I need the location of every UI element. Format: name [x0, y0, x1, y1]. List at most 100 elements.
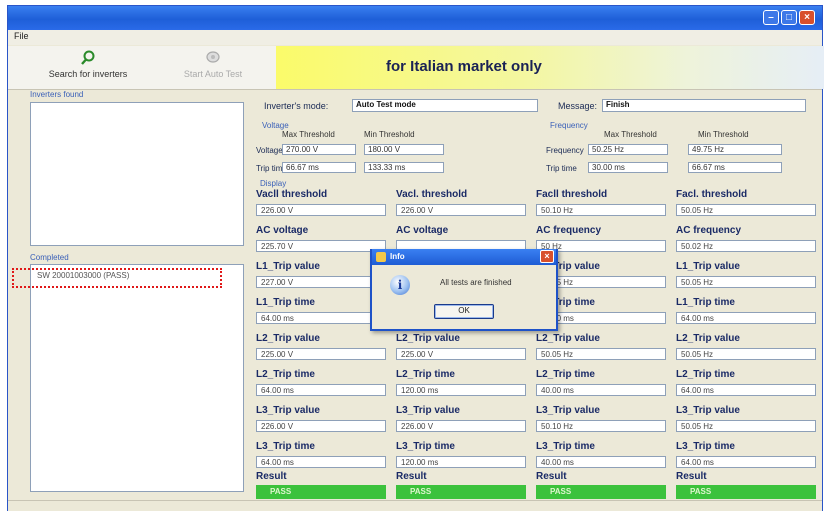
frequency-trip-max-field[interactable]: 30.00 ms — [588, 162, 668, 173]
voltage-trip-min-field[interactable]: 133.33 ms — [364, 162, 444, 173]
display-label: L3_Trip time — [256, 441, 315, 452]
display-value-field[interactable]: 226.00 V — [256, 420, 386, 432]
display-value-field[interactable]: 50.05 Hz — [536, 348, 666, 360]
display-value-field[interactable]: 50.10 Hz — [536, 204, 666, 216]
display-value-field[interactable]: 50.05 Hz — [676, 348, 816, 360]
result-pass-badge: PASS — [256, 485, 386, 499]
display-value-field[interactable]: 120.00 ms — [396, 456, 526, 468]
app-window: – □ × File Search for inverters Start Au… — [7, 5, 824, 511]
search-icon — [81, 50, 95, 65]
result-pass-badge: PASS — [536, 485, 666, 499]
toolbar: Search for inverters Start Auto Test for… — [8, 46, 824, 90]
display-label: L2_Trip value — [396, 333, 460, 344]
frequency-max-field[interactable]: 50.25 Hz — [588, 144, 668, 155]
frequency-min-header: Min Threshold — [698, 130, 749, 139]
display-label: L3_Trip time — [676, 441, 735, 452]
ok-button[interactable]: OK — [434, 304, 494, 319]
display-value-field[interactable]: 64.00 ms — [676, 456, 816, 468]
display-label: L1_Trip value — [256, 261, 320, 272]
display-group-label: Display — [260, 179, 287, 188]
inverters-found-list[interactable] — [30, 102, 244, 246]
display-label: L2_Trip time — [256, 369, 315, 380]
display-value-field[interactable]: 50.02 Hz — [676, 240, 816, 252]
display-value-field[interactable]: 226.00 V — [256, 204, 386, 216]
title-bar: – □ × — [8, 6, 822, 30]
close-button[interactable]: × — [799, 10, 815, 25]
start-auto-test-label: Start Auto Test — [183, 69, 243, 79]
menu-file[interactable]: File — [14, 31, 29, 41]
display-label: L1_Trip time — [256, 297, 315, 308]
message-value: Finish — [602, 99, 806, 112]
display-label: L1_Trip time — [676, 297, 735, 308]
inverter-mode-label: Inverter's mode: — [264, 101, 329, 111]
search-inverters-button[interactable]: Search for inverters — [28, 50, 148, 79]
display-value-field[interactable]: 64.00 ms — [256, 312, 386, 324]
info-icon: i — [390, 275, 410, 295]
display-value-field[interactable]: 50.10 Hz — [536, 420, 666, 432]
result-pass-badge: PASS — [396, 485, 526, 499]
frequency-min-field[interactable]: 49.75 Hz — [688, 144, 782, 155]
display-label: L2_Trip time — [396, 369, 455, 380]
display-label: L3_Trip value — [536, 405, 600, 416]
display-value-field[interactable]: 225.70 V — [256, 240, 386, 252]
info-dialog: Info × i All tests are finished OK — [370, 249, 558, 331]
display-value-field[interactable]: 225.00 V — [396, 348, 526, 360]
display-label: AC voltage — [396, 225, 449, 236]
display-label: L2_Trip time — [536, 369, 595, 380]
frequency-row-label: Frequency — [546, 146, 584, 155]
display-label: Vacll threshold — [256, 189, 328, 200]
voltage-max-header: Max Threshold — [282, 130, 335, 139]
voltage-group-label: Voltage — [262, 121, 289, 130]
display-label: L3_Trip value — [256, 405, 320, 416]
display-label: Vacl. threshold — [396, 189, 468, 200]
result-label: Result — [256, 471, 287, 482]
frequency-trip-label: Trip time — [546, 164, 577, 173]
status-bar — [8, 500, 822, 511]
display-label: L1_Trip value — [676, 261, 740, 272]
display-value-field[interactable]: 64.00 ms — [676, 312, 816, 324]
auto-test-icon — [206, 51, 220, 63]
frequency-max-header: Max Threshold — [604, 130, 657, 139]
voltage-min-field[interactable]: 180.00 V — [364, 144, 444, 155]
display-value-field[interactable]: 226.00 V — [396, 204, 526, 216]
display-value-field[interactable]: 50.05 Hz — [676, 204, 816, 216]
display-label: L2_Trip time — [676, 369, 735, 380]
frequency-group-label: Frequency — [550, 121, 588, 130]
display-value-field[interactable]: 64.00 ms — [256, 384, 386, 396]
maximize-button[interactable]: □ — [781, 10, 797, 25]
display-value-field[interactable]: 40.00 ms — [536, 456, 666, 468]
completed-label: Completed — [30, 253, 69, 262]
dialog-title-bar: Info × — [372, 249, 556, 265]
display-value-field[interactable]: 64.00 ms — [256, 456, 386, 468]
display-value-field[interactable]: 226.00 V — [396, 420, 526, 432]
display-value-field[interactable]: 50.05 Hz — [676, 276, 816, 288]
display-label: Facl. threshold — [676, 189, 748, 200]
inverter-mode-value: Auto Test mode — [352, 99, 538, 112]
inverters-found-label: Inverters found — [30, 90, 84, 99]
display-label: AC voltage — [256, 225, 309, 236]
display-value-field[interactable]: 40.00 ms — [536, 384, 666, 396]
dialog-close-button[interactable]: × — [540, 250, 554, 263]
display-value-field[interactable]: 225.00 V — [256, 348, 386, 360]
display-value-field[interactable]: 120.00 ms — [396, 384, 526, 396]
start-auto-test-button[interactable]: Start Auto Test — [160, 50, 266, 79]
result-pass-badge: PASS — [676, 485, 816, 499]
display-label: L3_Trip value — [396, 405, 460, 416]
dialog-app-icon — [376, 252, 386, 262]
frequency-trip-min-field[interactable]: 66.67 ms — [688, 162, 782, 173]
display-label: AC frequency — [676, 225, 742, 236]
minimize-button[interactable]: – — [763, 10, 779, 25]
market-banner: for Italian market only — [276, 46, 824, 89]
display-label: AC frequency — [536, 225, 602, 236]
display-value-field[interactable]: 64.00 ms — [676, 384, 816, 396]
result-label: Result — [536, 471, 567, 482]
voltage-min-header: Min Threshold — [364, 130, 415, 139]
display-label: L3_Trip time — [536, 441, 595, 452]
display-value-field[interactable]: 50.05 Hz — [676, 420, 816, 432]
highlight-marker — [12, 268, 222, 288]
voltage-trip-max-field[interactable]: 66.67 ms — [282, 162, 356, 173]
completed-list[interactable]: SW 20001003000 (PASS) — [30, 264, 244, 492]
result-label: Result — [396, 471, 427, 482]
display-value-field[interactable]: 227.00 V — [256, 276, 386, 288]
voltage-max-field[interactable]: 270.00 V — [282, 144, 356, 155]
